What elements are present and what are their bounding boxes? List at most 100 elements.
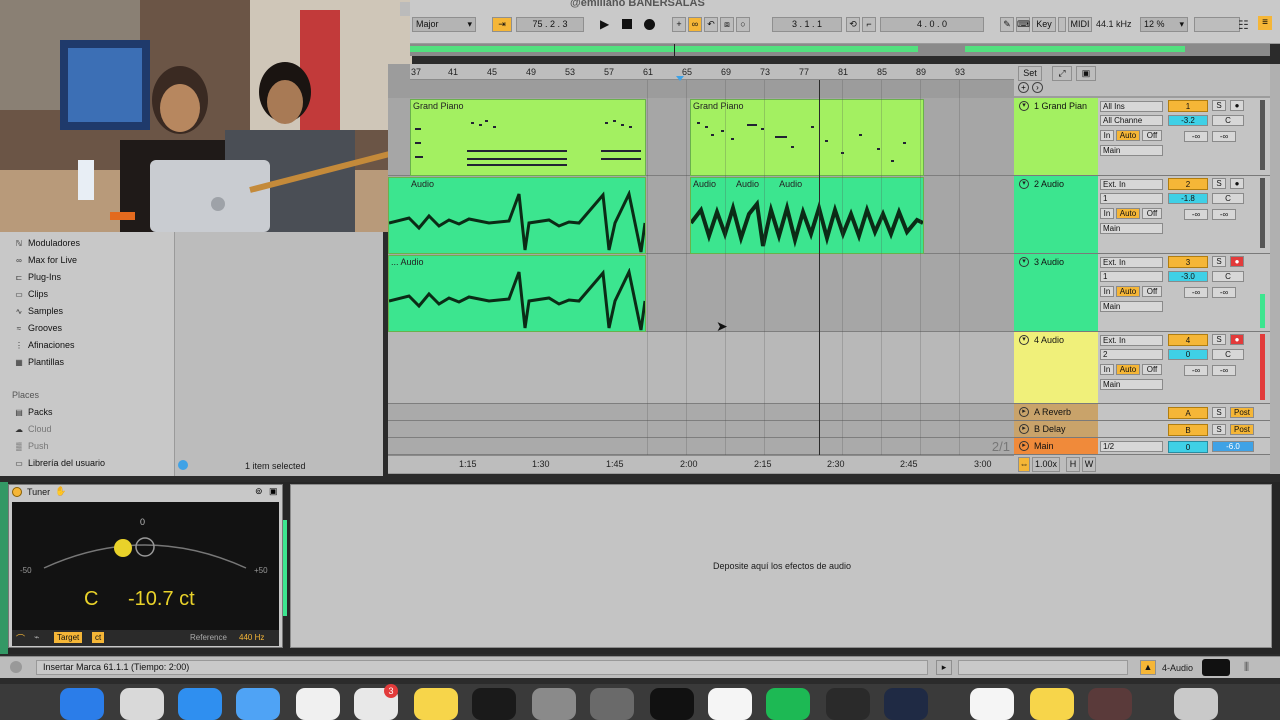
track-title-area[interactable]: ▾ 3 Audio	[1014, 254, 1098, 331]
safari-icon[interactable]	[178, 688, 222, 720]
curve-icon[interactable]: ⌒	[16, 632, 25, 645]
return-activator[interactable]: A	[1168, 407, 1208, 419]
browser-item-max-for-live[interactable]: ∞ Max for Live	[14, 255, 77, 265]
send-b[interactable]: -∞	[1212, 131, 1236, 142]
loop-length-field[interactable]: 4 . 0 . 0	[880, 17, 984, 32]
solo-button[interactable]: S	[1212, 100, 1226, 111]
output-select[interactable]: Main	[1100, 301, 1163, 312]
input-type-select[interactable]: Ext. In	[1100, 257, 1163, 268]
midi-map-button[interactable]: MIDI	[1068, 17, 1092, 32]
places-item-cloud[interactable]: ☁ Cloud	[14, 424, 52, 434]
launchpad-icon[interactable]	[120, 688, 164, 720]
metronome-icon[interactable]: ○	[736, 17, 750, 32]
send-a[interactable]: -∞	[1184, 287, 1208, 298]
graph-icon[interactable]: ⌁	[34, 632, 39, 643]
system-settings-icon[interactable]	[532, 688, 576, 720]
track-header-1[interactable]: ▾ 1 Grand Pian All Ins All Channe In Aut…	[1014, 98, 1270, 176]
play-icon[interactable]: ▶	[600, 17, 609, 31]
record-icon[interactable]	[644, 19, 655, 30]
browser-item-plantillas[interactable]: ▦ Plantillas	[14, 357, 64, 367]
solo-button[interactable]: S	[1212, 178, 1226, 189]
follow-button[interactable]: ⇥	[492, 17, 512, 32]
pan-field[interactable]: C	[1212, 271, 1244, 282]
play-icon[interactable]: ▸	[1019, 441, 1029, 451]
w-button[interactable]: W	[1082, 457, 1096, 472]
warning-icon[interactable]: ▲	[1140, 660, 1156, 675]
audio-clip[interactable]: Audio	[388, 177, 647, 254]
return-track-b[interactable]: ▸ B Delay B S Post	[1014, 421, 1270, 438]
add-locator-icon[interactable]: +	[1018, 82, 1029, 93]
save-preset-icon[interactable]: ▣	[269, 486, 278, 497]
app-icon[interactable]	[1088, 688, 1132, 720]
output-select[interactable]: Main	[1100, 379, 1163, 390]
main-volume[interactable]: -6.0	[1212, 441, 1254, 452]
play-icon[interactable]: ▸	[936, 660, 952, 675]
input-channel-select[interactable]: 2	[1100, 349, 1163, 360]
fold-track-icon[interactable]: ▾	[1019, 101, 1029, 111]
h-button[interactable]: H	[1066, 457, 1080, 472]
settings-icon[interactable]: ⊚	[255, 486, 263, 497]
track-title-area[interactable]: ▸ Main	[1014, 438, 1098, 454]
input-channel-select[interactable]: 1	[1100, 271, 1163, 282]
loop-icon[interactable]: ⧈	[720, 17, 734, 32]
volume-field[interactable]: -3.0	[1168, 271, 1208, 282]
calendar-icon[interactable]: 3	[354, 684, 398, 720]
spotify-icon[interactable]	[766, 688, 810, 720]
keyboard-map-icon[interactable]	[1202, 659, 1230, 676]
fold-track-icon[interactable]: ▾	[1019, 257, 1029, 267]
monitor-off-button[interactable]: Off	[1142, 208, 1162, 219]
browser-item-plugins[interactable]: ⊏ Plug-Ins	[14, 272, 61, 282]
zoom-field[interactable]: 1.00x	[1032, 457, 1060, 472]
logic-icon[interactable]	[590, 688, 634, 720]
send-a[interactable]: -∞	[1184, 365, 1208, 376]
send-a[interactable]: -∞	[1184, 209, 1208, 220]
next-locator-icon[interactable]: ›	[1032, 82, 1043, 93]
tuner-app-icon[interactable]	[708, 688, 752, 720]
position-field[interactable]: 75 . 2 . 3	[516, 17, 584, 32]
browser-content[interactable]	[174, 232, 383, 476]
places-item-push[interactable]: ▒ Push	[14, 441, 48, 451]
browser-item-clips[interactable]: ▭ Clips	[14, 289, 48, 299]
track-activator[interactable]: 3	[1168, 256, 1208, 268]
stop-icon[interactable]	[622, 19, 632, 29]
arm-icon[interactable]: ●	[1230, 100, 1244, 111]
audio-clip[interactable]: ... Audio	[388, 255, 647, 332]
obs-icon[interactable]	[884, 688, 928, 720]
browser-item-grooves[interactable]: ≈ Grooves	[14, 323, 62, 333]
track-activator[interactable]: 2	[1168, 178, 1208, 190]
notes-icon[interactable]	[414, 688, 458, 720]
loop-start-field[interactable]: 3 . 1 . 1	[772, 17, 842, 32]
input-type-select[interactable]: All Ins	[1100, 101, 1163, 112]
solo-button[interactable]: S	[1212, 256, 1226, 267]
audio-app-icon[interactable]	[826, 688, 870, 720]
target-button[interactable]: Target	[54, 632, 83, 643]
finder-icon[interactable]	[60, 688, 104, 720]
mixer-icon[interactable]: ⫴	[1244, 660, 1249, 675]
track-title-area[interactable]: ▾ 1 Grand Pian	[1014, 98, 1098, 175]
pan-field[interactable]: C	[1212, 193, 1244, 204]
stickies-icon[interactable]	[1030, 688, 1074, 720]
monitor-auto-button[interactable]: Auto	[1116, 130, 1140, 141]
fold-track-icon[interactable]: ▾	[1019, 335, 1029, 345]
solo-button[interactable]: S	[1212, 334, 1226, 345]
arm-icon[interactable]: ●	[1230, 256, 1244, 267]
solo-button[interactable]: S	[1212, 407, 1226, 418]
volume-field[interactable]: -1.8	[1168, 193, 1208, 204]
keyboard-icon[interactable]: ⌨	[1016, 17, 1030, 32]
monitor-off-button[interactable]: Off	[1142, 364, 1162, 375]
grid-icon[interactable]: ☷	[1238, 18, 1249, 32]
mail-icon[interactable]	[236, 688, 280, 720]
pan-field[interactable]: C	[1212, 349, 1244, 360]
monitor-off-button[interactable]: Off	[1142, 130, 1162, 141]
monitor-in-button[interactable]: In	[1100, 208, 1114, 219]
monitor-in-button[interactable]: In	[1100, 286, 1114, 297]
input-type-select[interactable]: Ext. In	[1100, 179, 1163, 190]
track-header-2[interactable]: ▾ 2 Audio Ext. In 1 In Auto Off Main 2 S…	[1014, 176, 1270, 254]
track-title-area[interactable]: ▾ 4 Audio	[1014, 332, 1098, 403]
arrangement-overview[interactable]	[410, 44, 1270, 56]
fold-track-icon[interactable]: ▾	[1019, 179, 1029, 189]
track-activator[interactable]: 1	[1168, 100, 1208, 112]
output-select[interactable]: Main	[1100, 145, 1163, 156]
play-icon[interactable]: ▸	[1019, 424, 1029, 434]
main-track[interactable]: ▸ Main 1/2 0 -6.0	[1014, 438, 1270, 455]
